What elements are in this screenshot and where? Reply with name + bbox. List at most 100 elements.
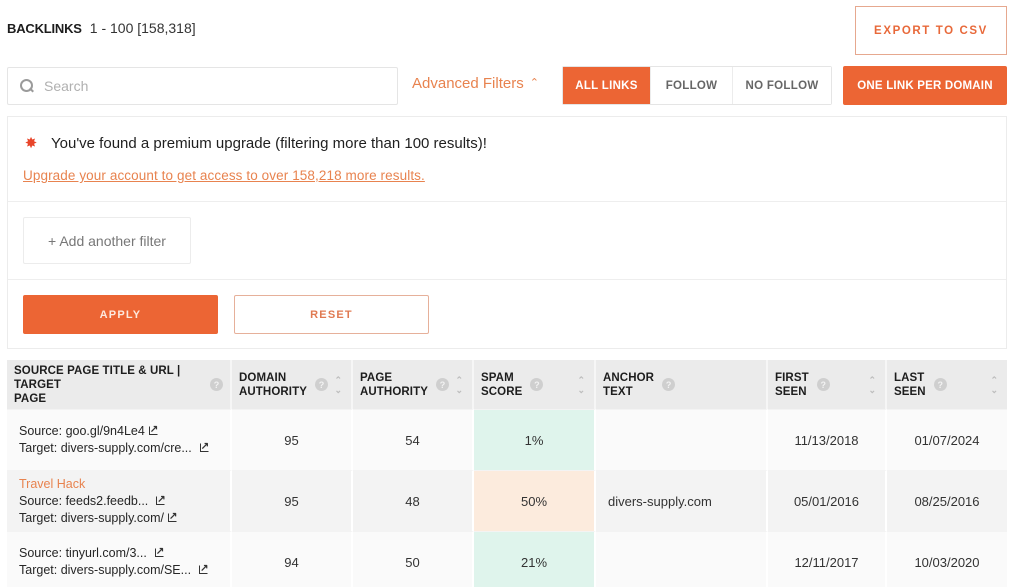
domain-authority-cell: 95 xyxy=(232,470,353,531)
column-header-source: SOURCE PAGE TITLE & URL | TARGET PAGE ? xyxy=(7,360,232,409)
target-url[interactable]: divers-supply.com/SE... xyxy=(61,563,191,577)
search-input[interactable] xyxy=(44,78,374,94)
premium-notice: ✸ You've found a premium upgrade (filter… xyxy=(23,135,487,152)
target-line: Target: divers-supply.com/SE... xyxy=(19,560,230,579)
first-seen-cell: 05/01/2016 xyxy=(768,470,887,531)
table-row: Source: tinyurl.com/3... Target: divers-… xyxy=(7,531,1007,587)
anchor-text-cell: divers-supply.com xyxy=(596,470,768,531)
source-label: Source: xyxy=(19,424,66,438)
apply-button[interactable]: APPLY xyxy=(23,295,218,334)
source-label: Source: xyxy=(19,493,66,508)
column-label: AUTHORITY xyxy=(360,385,428,398)
help-icon[interactable]: ? xyxy=(816,378,830,391)
help-icon[interactable]: ? xyxy=(435,378,449,391)
burst-icon: ✸ xyxy=(24,135,38,152)
divider xyxy=(8,201,1006,202)
search-field[interactable] xyxy=(7,67,398,105)
source-url[interactable]: goo.gl/9n4Le4 xyxy=(66,424,145,438)
column-label: SCORE xyxy=(481,385,523,398)
column-header-first-seen[interactable]: FIRST SEEN ? ⌃ ⌄ xyxy=(768,360,887,409)
external-link-icon[interactable] xyxy=(154,543,164,560)
advanced-filters-panel: ✸ You've found a premium upgrade (filter… xyxy=(7,116,1007,349)
target-label: Target: xyxy=(19,563,61,577)
last-seen-cell: 01/07/2024 xyxy=(887,409,1007,470)
divider xyxy=(8,279,1006,280)
source-target-cell: Source: tinyurl.com/3... Target: divers-… xyxy=(7,531,232,587)
domain-authority-cell: 95 xyxy=(232,409,353,470)
domain-authority-cell: 94 xyxy=(232,531,353,587)
help-icon[interactable]: ? xyxy=(530,378,544,391)
column-label: PAGE xyxy=(14,392,47,405)
column-header-spam-score[interactable]: SPAM SCORE ? ⌃ ⌄ xyxy=(474,360,596,409)
upgrade-account-link[interactable]: Upgrade your account to get access to ov… xyxy=(23,168,425,183)
column-label: PAGE xyxy=(360,371,393,384)
advanced-filters-label: Advanced Filters xyxy=(412,75,524,92)
spam-score-cell: 21% xyxy=(474,531,596,587)
column-header-last-seen[interactable]: LAST SEEN ? ⌃ ⌄ xyxy=(887,360,1007,409)
export-csv-button[interactable]: EXPORT TO CSV xyxy=(855,6,1007,55)
column-label: SOURCE PAGE TITLE & URL | TARGET xyxy=(14,364,181,391)
external-link-icon[interactable] xyxy=(167,508,177,525)
external-link-icon[interactable] xyxy=(199,560,208,577)
column-label: TEXT xyxy=(603,385,633,398)
search-icon xyxy=(20,79,34,93)
source-line: Source: goo.gl/9n4Le4 xyxy=(19,421,230,440)
help-icon[interactable]: ? xyxy=(314,378,328,391)
last-seen-cell: 10/03/2020 xyxy=(887,531,1007,587)
target-url[interactable]: divers-supply.com/ xyxy=(61,511,164,525)
target-url[interactable]: divers-supply.com/cre... xyxy=(61,441,192,455)
column-label: SPAM xyxy=(481,371,514,384)
target-line: Target: divers-supply.com/ xyxy=(19,508,230,527)
link-type-filter: ALL LINKS FOLLOW NO FOLLOW xyxy=(562,66,832,105)
target-line: Target: divers-supply.com/cre... xyxy=(19,438,230,457)
external-link-icon[interactable] xyxy=(148,421,158,438)
source-url[interactable]: tinyurl.com/3... xyxy=(66,546,147,560)
page-header: BACKLINKS 1 - 100 [158,318] xyxy=(7,20,196,36)
sort-icon[interactable]: ⌃ ⌄ xyxy=(577,375,585,395)
filter-all-links[interactable]: ALL LINKS xyxy=(563,67,650,104)
column-label: FIRST xyxy=(775,371,809,384)
filter-follow[interactable]: FOLLOW xyxy=(650,67,732,104)
source-target-cell: Source: goo.gl/9n4Le4 Target: divers-sup… xyxy=(7,409,232,470)
page-authority-cell: 54 xyxy=(353,409,474,470)
first-seen-cell: 12/11/2017 xyxy=(768,531,887,587)
source-label: Source: xyxy=(19,546,66,560)
last-seen-cell: 08/25/2016 xyxy=(887,470,1007,531)
advanced-filters-toggle[interactable]: Advanced Filters ⌃ xyxy=(412,75,539,92)
column-label: SEEN xyxy=(894,385,926,398)
page-authority-cell: 50 xyxy=(353,531,474,587)
filter-no-follow[interactable]: NO FOLLOW xyxy=(732,67,831,104)
column-header-anchor-text: ANCHOR TEXT ? xyxy=(596,360,768,409)
source-url[interactable]: feeds2.feedb... xyxy=(66,494,149,508)
add-filter-button[interactable]: + Add another filter xyxy=(23,217,191,264)
column-label: LAST xyxy=(894,371,925,384)
sort-icon[interactable]: ⌃ ⌄ xyxy=(868,375,876,395)
page-authority-cell: 48 xyxy=(353,470,474,531)
help-icon[interactable]: ? xyxy=(210,378,223,391)
external-link-icon[interactable] xyxy=(156,491,166,508)
source-target-cell: Travel Hack Source: feeds2.feedb... Targ… xyxy=(7,470,232,531)
help-icon[interactable]: ? xyxy=(662,378,676,391)
external-link-icon[interactable] xyxy=(199,438,209,455)
help-icon[interactable]: ? xyxy=(933,378,947,391)
result-range: 1 - 100 [158,318] xyxy=(89,20,196,36)
spam-score-cell: 1% xyxy=(474,409,596,470)
source-page-title-link[interactable]: Travel Hack xyxy=(19,476,230,493)
column-header-domain-authority[interactable]: DOMAIN AUTHORITY ? ⌃ ⌄ xyxy=(232,360,353,409)
backlinks-table: SOURCE PAGE TITLE & URL | TARGET PAGE ? D… xyxy=(7,360,1007,587)
sort-icon[interactable]: ⌃ ⌄ xyxy=(455,375,463,395)
one-link-per-domain-button[interactable]: ONE LINK PER DOMAIN xyxy=(843,66,1007,105)
sort-icon[interactable]: ⌃ ⌄ xyxy=(990,375,998,395)
reset-button[interactable]: RESET xyxy=(234,295,429,334)
spam-score-cell: 50% xyxy=(474,470,596,531)
column-label: DOMAIN xyxy=(239,371,287,384)
column-header-page-authority[interactable]: PAGE AUTHORITY ? ⌃ ⌄ xyxy=(353,360,474,409)
source-line: Source: tinyurl.com/3... xyxy=(19,543,230,562)
page-title: BACKLINKS xyxy=(7,21,82,36)
anchor-text-cell xyxy=(596,531,768,587)
column-label: ANCHOR xyxy=(603,371,655,384)
source-line: Source: feeds2.feedb... xyxy=(19,491,230,510)
sort-icon[interactable]: ⌃ ⌄ xyxy=(334,375,342,395)
target-label: Target: xyxy=(19,441,61,455)
table-row: Travel Hack Source: feeds2.feedb... Targ… xyxy=(7,470,1007,531)
